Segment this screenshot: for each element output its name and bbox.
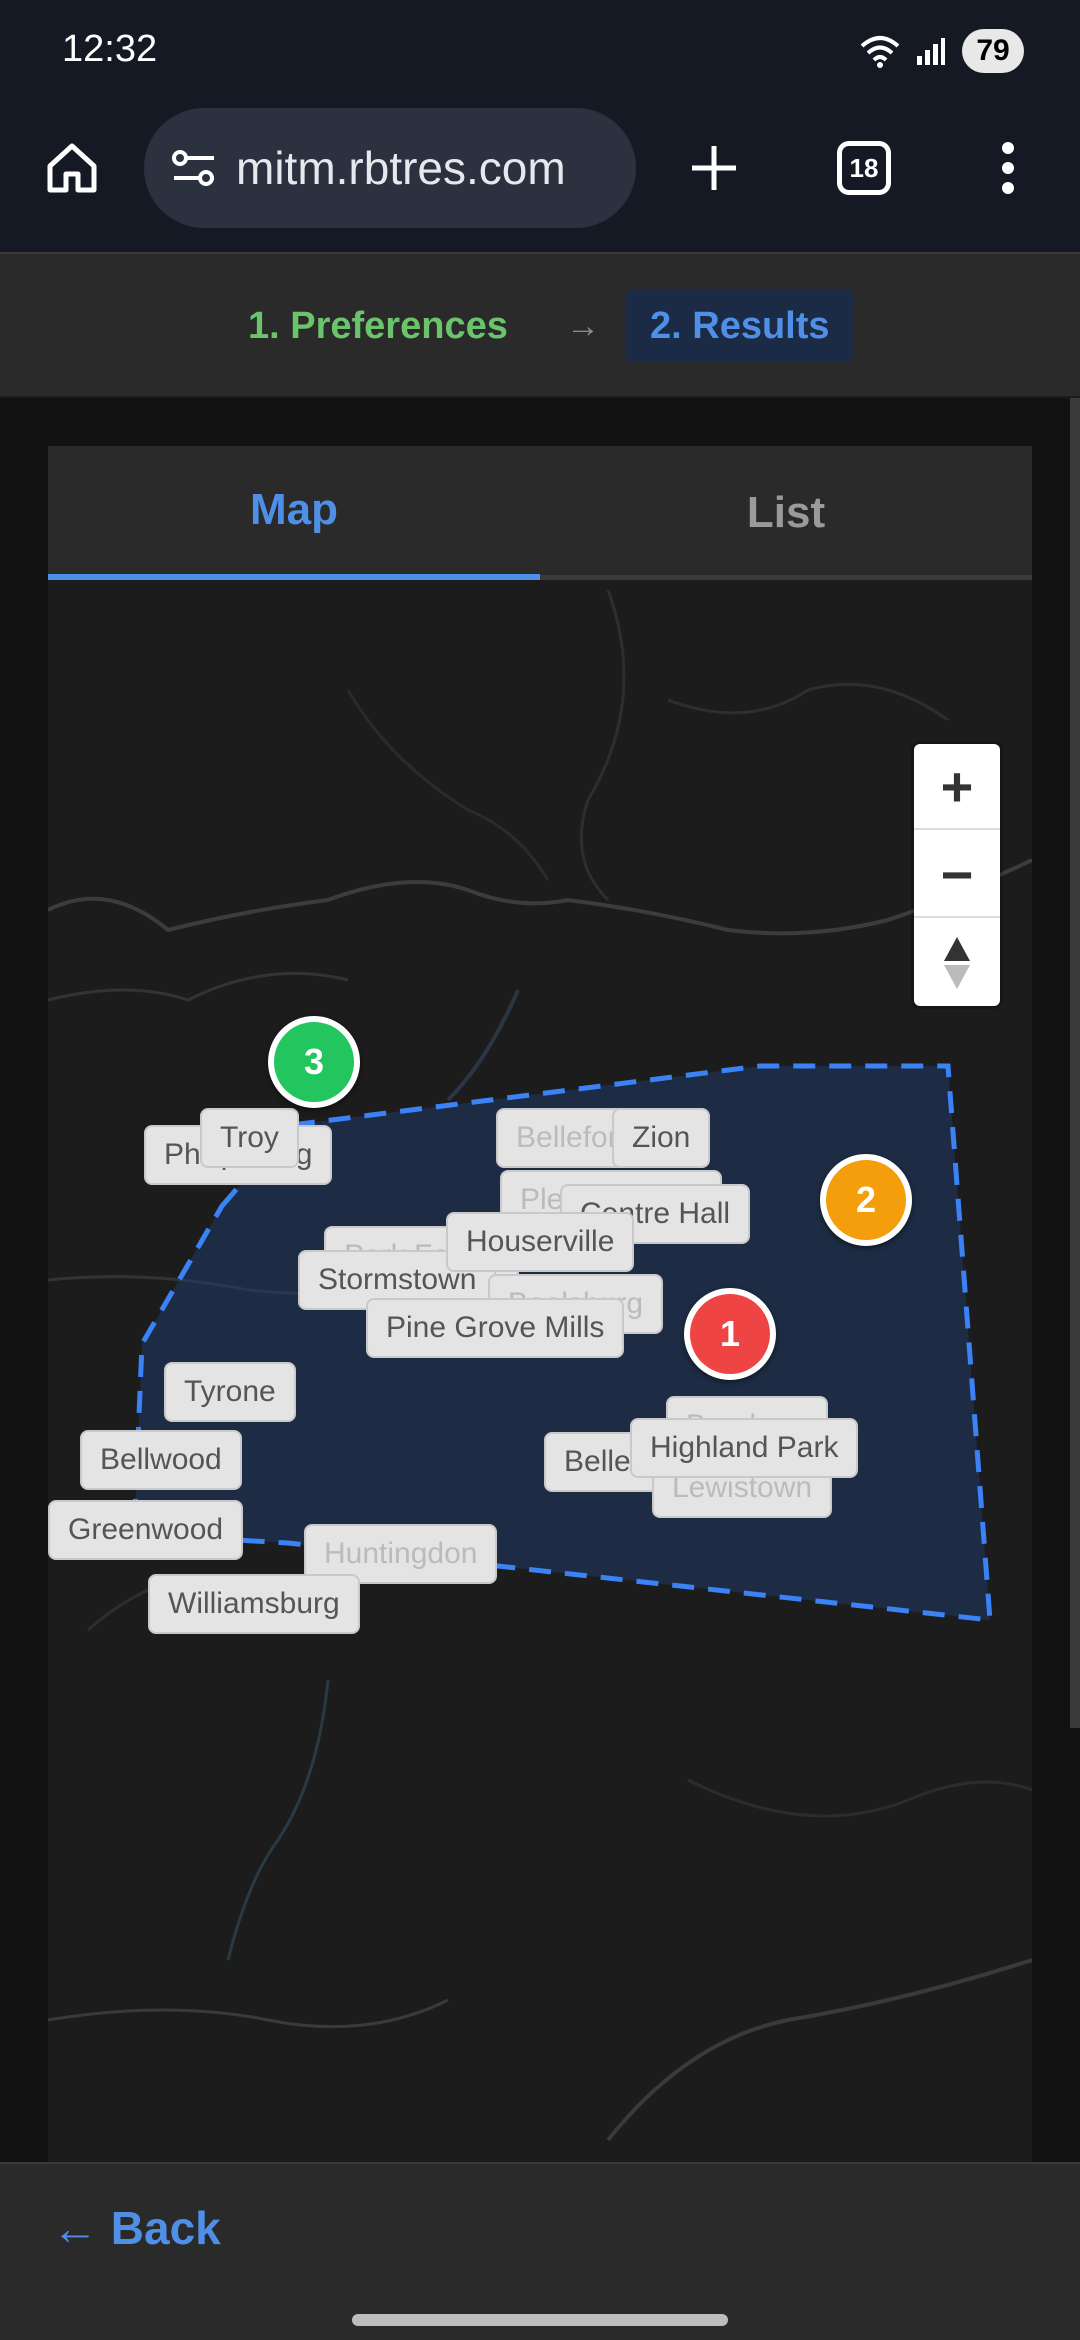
result-marker-2[interactable]: 2 <box>820 1154 912 1246</box>
home-icon[interactable] <box>34 130 110 206</box>
tab-switcher-button[interactable]: 18 <box>826 130 902 206</box>
step-preferences[interactable]: 1. Preferences <box>248 290 508 362</box>
more-menu-icon[interactable] <box>970 130 1046 206</box>
view-tabs: Map List <box>48 446 1032 580</box>
battery-indicator: 79 <box>962 29 1024 73</box>
town-label: Tyrone <box>164 1362 296 1422</box>
status-time: 12:32 <box>62 28 158 70</box>
results-card: Map List + − Philipsburg Troy <box>48 446 1032 2162</box>
town-label: Troy <box>200 1108 299 1168</box>
map-view[interactable]: + − Philipsburg Troy Bellefonte Pleasant… <box>48 580 1032 2162</box>
town-label: Highland Park <box>630 1418 859 1478</box>
footer-bar: ← Back <box>0 2162 1080 2292</box>
step-arrow: → <box>566 306 600 345</box>
compass-icon <box>944 937 970 989</box>
home-indicator[interactable] <box>352 2314 728 2326</box>
town-label: Williamsburg <box>148 1574 360 1634</box>
step-results: 2. Results <box>626 290 854 362</box>
zoom-in-button[interactable]: + <box>914 744 1000 830</box>
page-scrollbar[interactable] <box>1070 398 1080 1728</box>
tab-map[interactable]: Map <box>48 446 540 580</box>
compass-button[interactable] <box>914 920 1000 1006</box>
wifi-icon <box>860 36 900 68</box>
system-nav-bar <box>0 2292 1080 2340</box>
new-tab-icon[interactable] <box>676 130 752 206</box>
result-marker-1[interactable]: 1 <box>684 1288 776 1380</box>
town-label: Greenwood <box>48 1500 244 1560</box>
site-settings-icon[interactable] <box>170 148 218 188</box>
tab-count: 18 <box>837 141 891 195</box>
back-button[interactable]: ← Back <box>52 2190 221 2266</box>
browser-toolbar: mitm.rbtres.com 18 <box>0 100 1080 252</box>
town-label: Houserville <box>446 1212 635 1272</box>
progress-steps: 1. Preferences → 2. Results <box>0 252 1080 398</box>
signal-icon <box>917 38 945 65</box>
town-label: Bellwood <box>80 1430 242 1490</box>
town-label: Zion <box>612 1108 711 1168</box>
url-text[interactable]: mitm.rbtres.com <box>236 141 566 195</box>
town-label: Pine Grove Mills <box>366 1298 625 1358</box>
status-icons: 79 <box>860 26 1024 76</box>
status-bar: 12:32 79 <box>0 0 1080 100</box>
url-bar[interactable]: mitm.rbtres.com <box>144 108 636 228</box>
result-marker-3[interactable]: 3 <box>268 1016 360 1108</box>
tab-list[interactable]: List <box>540 446 1032 580</box>
zoom-out-button[interactable]: − <box>914 832 1000 918</box>
zoom-controls: + − <box>914 744 1000 1006</box>
